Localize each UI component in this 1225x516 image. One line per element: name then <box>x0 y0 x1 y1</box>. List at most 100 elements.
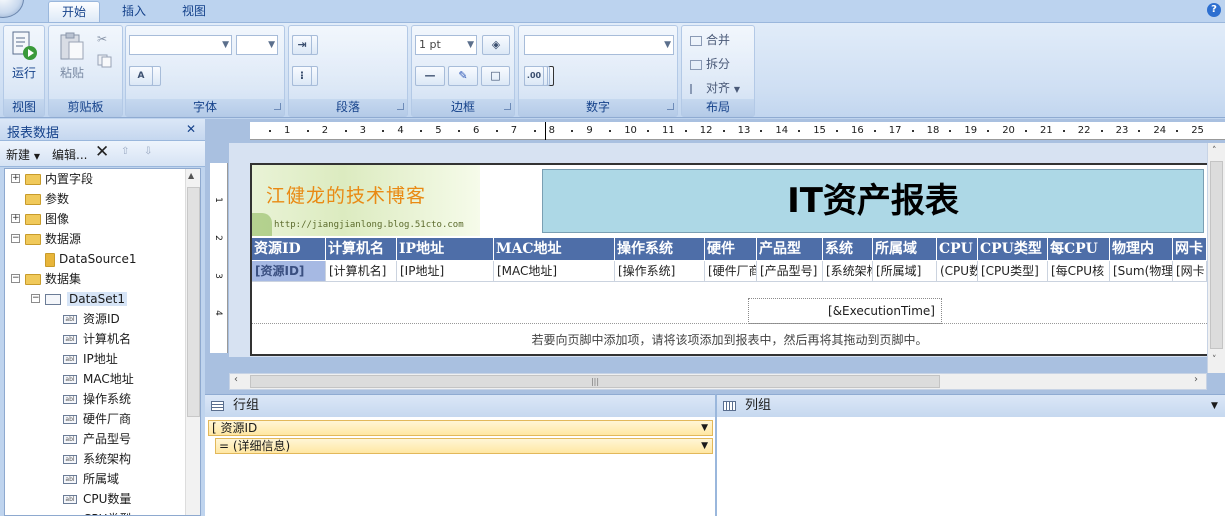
table-cell[interactable]: (CPU数 <box>937 261 978 281</box>
table-cell[interactable]: [MAC地址] <box>494 261 615 281</box>
horizontal-scroll-thumb[interactable]: ||| <box>250 375 940 388</box>
dialog-launcher-icon[interactable] <box>397 103 404 110</box>
scroll-left-icon[interactable]: ‹ <box>234 374 238 385</box>
column-header[interactable]: 网卡 <box>1173 238 1207 260</box>
column-header[interactable]: 操作系统 <box>615 238 705 260</box>
align-button[interactable]: 对齐 ▼ <box>690 79 740 97</box>
table-cell[interactable]: [硬件厂商 <box>705 261 757 281</box>
column-header[interactable]: 产品型 <box>757 238 823 260</box>
column-header[interactable]: 计算机名 <box>326 238 397 260</box>
collapse-icon[interactable]: − <box>11 234 20 243</box>
tree-scroll-thumb[interactable] <box>187 187 200 417</box>
table-cell[interactable]: [Sum(物理 <box>1110 261 1173 281</box>
scroll-up-icon[interactable]: ˄ <box>1212 146 1217 156</box>
decrease-decimal-button[interactable]: .00 <box>524 66 544 86</box>
tree-item[interactable]: − 数据源 <box>11 229 81 249</box>
move-down-icon[interactable]: ⇩ <box>144 146 152 157</box>
column-header[interactable]: 所属域 <box>873 238 937 260</box>
tab-insert[interactable]: 插入 <box>110 1 158 22</box>
vertical-scroll-thumb[interactable] <box>1210 161 1223 349</box>
tree-item[interactable]: 参数 <box>25 189 69 209</box>
expand-icon[interactable]: + <box>11 174 20 183</box>
report-title[interactable]: IT资产报表 <box>542 169 1204 233</box>
scroll-up-icon[interactable]: ▲ <box>188 171 194 180</box>
tree-field-item[interactable]: abl 计算机名 <box>63 329 131 349</box>
edit-button[interactable]: 编辑... <box>52 146 87 163</box>
shrink-font-button[interactable]: A <box>129 66 153 86</box>
copy-icon[interactable] <box>97 54 113 68</box>
column-header[interactable]: IP地址 <box>397 238 494 260</box>
tree-scrollbar[interactable]: ▲ <box>185 169 200 515</box>
table-cell[interactable]: [所属域] <box>873 261 937 281</box>
dialog-launcher-icon[interactable] <box>274 103 281 110</box>
delete-icon[interactable]: ✕ <box>95 142 109 162</box>
new-button[interactable]: 新建 ▼ <box>6 146 40 163</box>
move-up-icon[interactable]: ⇧ <box>121 146 129 157</box>
table-cell[interactable]: [IP地址] <box>397 261 494 281</box>
design-horizontal-scrollbar[interactable]: ‹ ||| › <box>229 373 1207 390</box>
run-button[interactable] <box>10 30 38 62</box>
execution-time-textbox[interactable]: [&ExecutionTime] <box>748 298 942 324</box>
collapse-icon[interactable]: − <box>31 294 40 303</box>
borders-icon[interactable]: □ <box>481 66 510 86</box>
border-style-icon[interactable]: — <box>415 66 445 86</box>
tree-field-item[interactable]: abl 操作系统 <box>63 389 131 409</box>
scroll-right-icon[interactable]: › <box>1194 374 1198 385</box>
column-header[interactable]: 每CPU <box>1048 238 1110 260</box>
help-icon[interactable]: ? <box>1207 3 1221 17</box>
tree-item[interactable]: + 内置字段 <box>11 169 93 189</box>
tree-field-item[interactable]: abl 产品型号 <box>63 429 131 449</box>
tree-field-item[interactable]: abl CPU数量 <box>63 489 131 509</box>
column-header[interactable]: 系统 <box>823 238 873 260</box>
tree-field-item[interactable]: ablCPU类型 <box>63 509 131 515</box>
column-header[interactable]: CPU类型 <box>978 238 1048 260</box>
report-body[interactable]: 江健龙的技术博客 http://jiangjianlong.blog.51cto… <box>250 163 1207 356</box>
close-icon[interactable]: ✕ <box>186 122 196 136</box>
tree-item[interactable]: + 图像 <box>11 209 69 229</box>
table-cell[interactable]: [资源ID] <box>252 261 326 281</box>
column-header[interactable]: 物理内 <box>1110 238 1173 260</box>
table-cell[interactable]: [产品型号] <box>757 261 823 281</box>
tree-field-item[interactable]: abl 系统架构 <box>63 449 131 469</box>
design-vertical-scrollbar[interactable]: ˄ ˅ <box>1207 143 1225 373</box>
cut-icon[interactable]: ✂ <box>97 32 113 46</box>
border-color-icon[interactable]: ✎ <box>448 66 478 86</box>
fill-color-icon[interactable]: ◈ <box>482 35 510 55</box>
font-family-combo[interactable]: ▼ <box>129 35 232 55</box>
blog-logo-image[interactable]: 江健龙的技术博客 http://jiangjianlong.blog.51cto… <box>252 165 480 236</box>
dialog-launcher-icon[interactable] <box>504 103 511 110</box>
chevron-down-icon[interactable]: ▼ <box>1211 395 1218 417</box>
merge-button[interactable]: 合并 <box>690 31 730 49</box>
dialog-launcher-icon[interactable] <box>667 103 674 110</box>
table-cell[interactable]: [系统架构 <box>823 261 873 281</box>
table-cell[interactable]: [计算机名] <box>326 261 397 281</box>
split-button[interactable]: 拆分 <box>690 55 730 73</box>
column-header[interactable]: MAC地址 <box>494 238 615 260</box>
numbered-list-icon[interactable]: ⁝ <box>292 66 312 86</box>
column-header[interactable]: 资源ID <box>252 238 326 260</box>
tab-view[interactable]: 视图 <box>170 1 218 22</box>
tree-field-item[interactable]: abl 所属域 <box>63 469 119 489</box>
tree-item[interactable]: DataSource1 <box>45 249 137 269</box>
number-format-combo[interactable]: ▼ <box>524 35 674 55</box>
report-data-tree[interactable]: + 内置字段 参数 + 图像 − 数据源 DataSource1− 数据集 − DataSet1 ab… <box>4 168 201 516</box>
tree-item[interactable]: − DataSet1 <box>31 289 127 309</box>
row-group-resource-id[interactable]: [ 资源ID ▼ <box>208 420 713 436</box>
expand-icon[interactable]: + <box>11 214 20 223</box>
increase-indent-icon[interactable]: ⇥ <box>292 35 312 55</box>
collapse-icon[interactable]: − <box>11 274 20 283</box>
border-width-combo[interactable]: 1 pt ▼ <box>415 35 477 55</box>
row-group-details[interactable]: = (详细信息) ▼ <box>215 438 713 454</box>
table-cell[interactable]: [每CPU核 <box>1048 261 1110 281</box>
paste-button[interactable] <box>57 32 87 62</box>
tree-field-item[interactable]: abl 资源ID <box>63 309 120 329</box>
table-cell[interactable]: [网卡 <box>1173 261 1207 281</box>
font-size-combo[interactable]: ▼ <box>236 35 278 55</box>
column-header[interactable]: CPU <box>937 238 978 260</box>
tree-item[interactable]: − 数据集 <box>11 269 81 289</box>
tree-field-item[interactable]: abl IP地址 <box>63 349 118 369</box>
tree-field-item[interactable]: abl MAC地址 <box>63 369 134 389</box>
table-cell[interactable]: [CPU类型] <box>978 261 1048 281</box>
tree-field-item[interactable]: abl 硬件厂商 <box>63 409 131 429</box>
column-header[interactable]: 硬件 <box>705 238 757 260</box>
